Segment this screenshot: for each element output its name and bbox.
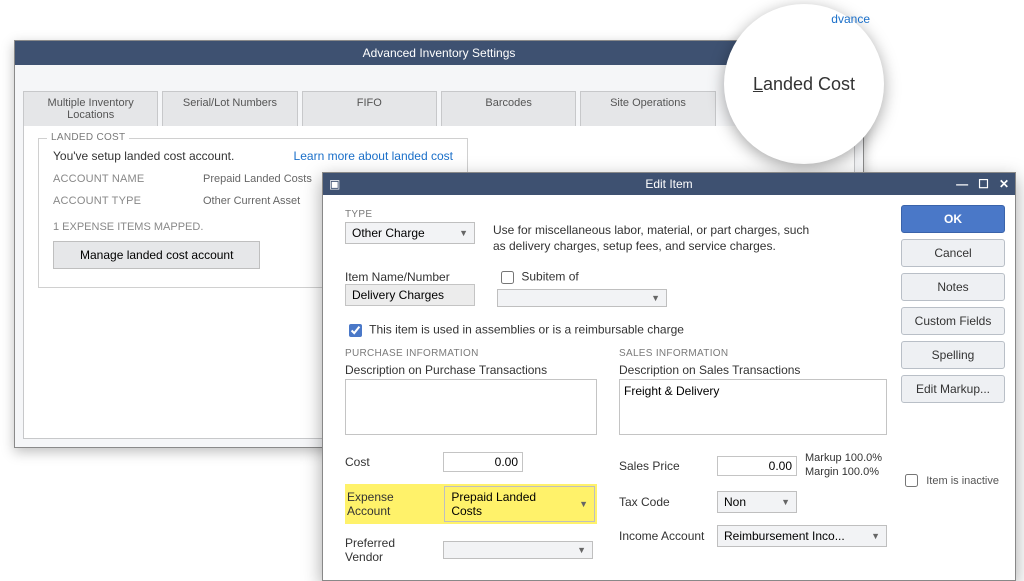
maximize-icon[interactable]: ☐ [978,173,989,195]
markup-margin: Markup 100.0% Margin 100.0% [805,452,882,478]
assembly-label: This item is used in assemblies or is a … [369,323,684,337]
assembly-checkbox[interactable] [349,324,362,337]
custom-fields-button[interactable]: Custom Fields [901,307,1005,335]
type-value: Other Charge [352,226,425,240]
manage-landed-cost-button[interactable]: Manage landed cost account [53,241,260,269]
notes-button[interactable]: Notes [901,273,1005,301]
expense-account-dropdown[interactable]: Prepaid Landed Costs ▼ [444,486,595,522]
edit-item-window: ▣ Edit Item — ☐ ✕ TYPE Other Charge ▼ Us… [322,172,1016,581]
chevron-down-icon: ▼ [871,531,880,541]
ei-title-text: Edit Item [645,177,692,191]
account-name-value: Prepaid Landed Costs [203,173,312,185]
restore-icon[interactable]: ▣ [329,173,340,195]
purchase-desc-label: Description on Purchase Transactions [345,363,597,377]
sales-header: SALES INFORMATION [619,348,887,359]
tab-fifo[interactable]: FIFO [302,91,437,126]
chevron-down-icon: ▼ [579,499,588,509]
close-icon[interactable]: ✕ [999,173,1009,195]
item-name-label: Item Name/Number [345,270,475,284]
tax-code-dropdown[interactable]: Non ▼ [717,491,797,513]
tab-multiple-locations[interactable]: Multiple Inventory Locations [23,91,158,126]
income-account-dropdown[interactable]: Reimbursement Inco... ▼ [717,525,887,547]
expense-account-label: Expense Account [347,490,436,518]
income-account-value: Reimbursement Inco... [724,529,845,543]
sales-desc-label: Description on Sales Transactions [619,363,887,377]
sales-column: SALES INFORMATION Description on Sales T… [619,348,887,564]
sales-price-label: Sales Price [619,459,709,473]
minimize-icon[interactable]: — [956,173,968,195]
ok-button[interactable]: OK [901,205,1005,233]
expense-account-value: Prepaid Landed Costs [451,490,569,518]
purchase-desc-input[interactable] [345,379,597,435]
tab-serial-lot[interactable]: Serial/Lot Numbers [162,91,297,126]
item-inactive-checkbox[interactable] [905,474,918,487]
edit-markup-button[interactable]: Edit Markup... [901,375,1005,403]
sales-price-input[interactable]: 0.00 [717,456,797,476]
type-dropdown[interactable]: Other Charge ▼ [345,222,475,244]
spelling-button[interactable]: Spelling [901,341,1005,369]
ei-titlebar: ▣ Edit Item — ☐ ✕ [323,173,1015,195]
setup-status: You've setup landed cost account. [53,149,294,163]
purchase-header: PURCHASE INFORMATION [345,348,597,359]
item-inactive-row[interactable]: Item is inactive [901,471,999,490]
subitem-checkbox[interactable] [501,271,514,284]
tab-barcodes[interactable]: Barcodes [441,91,576,126]
item-inactive-label: Item is inactive [926,475,999,487]
chevron-down-icon: ▼ [651,293,660,303]
cost-label: Cost [345,455,435,469]
cancel-button[interactable]: Cancel [901,239,1005,267]
account-type-label: ACCOUNT TYPE [53,195,203,207]
purchase-column: PURCHASE INFORMATION Description on Purc… [345,348,597,564]
sales-desc-input[interactable] [619,379,887,435]
bubble-cutoff-text: dvance [831,12,870,26]
learn-more-link[interactable]: Learn more about landed cost [294,149,453,163]
income-account-label: Income Account [619,529,709,543]
magnifier-callout: dvance Landed Cost [724,4,884,164]
chevron-down-icon: ▼ [781,497,790,507]
subitem-label: Subitem of [497,268,667,287]
type-help: Use for miscellaneous labor, material, o… [493,222,813,254]
landed-cost-legend: LANDED COST [47,132,129,143]
bubble-landed-cost: Landed Cost [753,74,855,95]
cost-input[interactable]: 0.00 [443,452,523,472]
tax-code-value: Non [724,495,746,509]
type-label: TYPE [345,209,887,220]
account-type-value: Other Current Asset [203,195,300,207]
preferred-vendor-dropdown[interactable]: ▼ [443,541,593,559]
preferred-vendor-label: Preferred Vendor [345,536,435,564]
subitem-dropdown[interactable]: ▼ [497,289,667,307]
account-name-label: ACCOUNT NAME [53,173,203,185]
tax-code-label: Tax Code [619,495,709,509]
chevron-down-icon: ▼ [577,545,586,555]
item-name-input[interactable]: Delivery Charges [345,284,475,306]
ais-title-text: Advanced Inventory Settings [363,46,516,60]
ei-main: TYPE Other Charge ▼ Use for miscellaneou… [345,205,887,564]
chevron-down-icon: ▼ [459,228,468,238]
ei-side-buttons: OK Cancel Notes Custom Fields Spelling E… [901,205,1005,564]
assembly-row[interactable]: This item is used in assemblies or is a … [345,321,684,340]
tab-site-operations[interactable]: Site Operations [580,91,715,126]
